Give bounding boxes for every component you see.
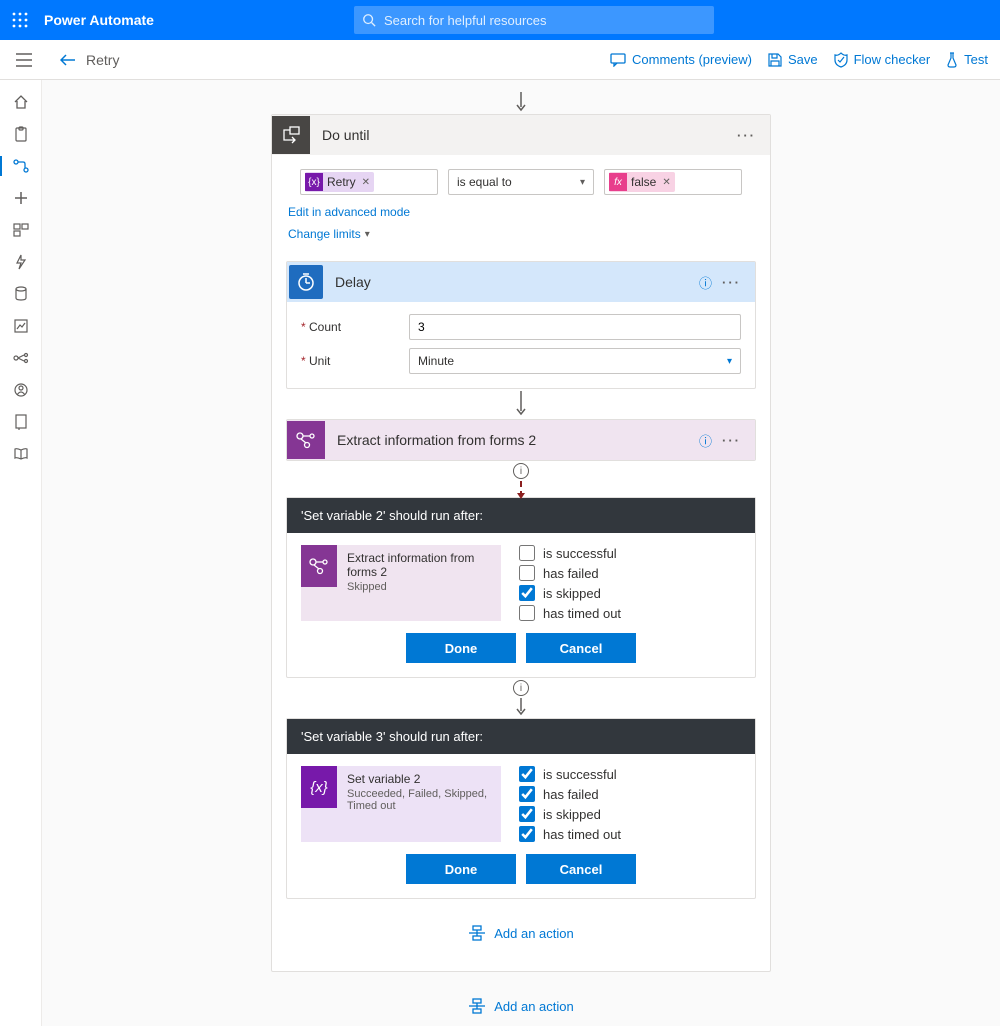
search-icon xyxy=(362,13,376,27)
ellipsis-icon[interactable]: ··· xyxy=(716,275,747,290)
flow-checker-button[interactable]: Flow checker xyxy=(834,52,931,68)
command-bar: Retry Comments (preview) Save Flow check… xyxy=(0,40,1000,80)
nav-solutions[interactable] xyxy=(0,406,42,438)
delay-header[interactable]: Delay ⓘ ··· xyxy=(287,262,755,302)
flow-canvas: Do until ··· {x} Retry ✕ is equal to ▾ xyxy=(42,80,1000,1026)
unit-select[interactable]: Minute ▾ xyxy=(409,348,741,374)
chk-successful[interactable]: is successful xyxy=(519,545,621,561)
nav-process-advisor[interactable] xyxy=(0,374,42,406)
ellipsis-icon[interactable]: ··· xyxy=(716,433,747,448)
retry-token[interactable]: {x} Retry ✕ xyxy=(305,172,374,192)
arrow-down-icon xyxy=(515,698,527,716)
chk-skipped[interactable]: is skipped xyxy=(519,806,621,822)
nav-create[interactable] xyxy=(0,182,42,214)
prev-action-variable: {x} Set variable 2 Succeeded, Failed, Sk… xyxy=(301,766,501,842)
cancel-button[interactable]: Cancel xyxy=(526,633,636,663)
save-icon xyxy=(768,53,782,67)
nav-monitor[interactable] xyxy=(0,310,42,342)
chk-timedout[interactable]: has timed out xyxy=(519,605,621,621)
delay-icon xyxy=(289,265,323,299)
left-nav xyxy=(0,80,42,1026)
extract-card: Extract information from forms 2 ⓘ ··· xyxy=(286,419,756,461)
chk-timedout[interactable]: has timed out xyxy=(519,826,621,842)
fx-icon: fx xyxy=(609,173,627,191)
save-button[interactable]: Save xyxy=(768,52,818,67)
add-action-inner[interactable]: Add an action xyxy=(468,925,574,941)
nav-connectors[interactable] xyxy=(0,246,42,278)
variable-icon: {x} xyxy=(305,173,323,191)
token-remove-icon[interactable]: ✕ xyxy=(362,177,374,188)
page-title: Retry xyxy=(86,52,119,68)
runafter-card-2: 'Set variable 3' should run after: {x} S… xyxy=(286,718,756,899)
insert-step-icon xyxy=(468,998,486,1014)
test-button[interactable]: Test xyxy=(946,52,988,68)
help-icon[interactable]: ⓘ xyxy=(699,273,712,292)
info-icon[interactable]: i xyxy=(513,463,529,479)
runafter-card-1: 'Set variable 2' should run after: Extra… xyxy=(286,497,756,678)
chevron-down-icon: ▾ xyxy=(365,229,370,240)
nav-home[interactable] xyxy=(0,86,42,118)
flow-checker-icon xyxy=(834,52,848,68)
topbar: Power Automate xyxy=(0,0,1000,40)
delay-title: Delay xyxy=(335,274,699,290)
chevron-down-icon: ▾ xyxy=(727,356,732,367)
nav-ai-builder[interactable] xyxy=(0,342,42,374)
search-input[interactable] xyxy=(384,13,706,28)
hamburger-icon[interactable] xyxy=(12,48,36,72)
extract-header[interactable]: Extract information from forms 2 ⓘ ··· xyxy=(287,420,755,460)
comments-button[interactable]: Comments (preview) xyxy=(610,52,752,67)
done-button[interactable]: Done xyxy=(406,854,516,884)
condition-operator-select[interactable]: is equal to ▾ xyxy=(448,169,594,195)
nav-flows[interactable] xyxy=(0,150,42,182)
info-icon[interactable]: i xyxy=(513,680,529,696)
nav-templates[interactable] xyxy=(0,214,42,246)
do-until-title: Do until xyxy=(322,127,731,143)
cognitive-icon xyxy=(301,545,337,587)
prev-action-extract: Extract information from forms 2 Skipped xyxy=(301,545,501,621)
chevron-down-icon: ▾ xyxy=(580,177,585,188)
brand-title: Power Automate xyxy=(44,12,154,28)
chk-failed[interactable]: has failed xyxy=(519,786,621,802)
chk-failed[interactable]: has failed xyxy=(519,565,621,581)
comment-icon xyxy=(610,53,626,67)
cancel-button[interactable]: Cancel xyxy=(526,854,636,884)
delay-card: Delay ⓘ ··· Count Unit Minute ▾ xyxy=(286,261,756,389)
nav-learn[interactable] xyxy=(0,438,42,470)
done-button[interactable]: Done xyxy=(406,633,516,663)
count-input[interactable] xyxy=(409,314,741,340)
insert-step-icon xyxy=(468,925,486,941)
help-icon[interactable]: ⓘ xyxy=(699,431,712,450)
arrow-down-icon xyxy=(515,92,527,112)
do-until-header[interactable]: Do until ··· xyxy=(272,115,770,155)
nav-approvals[interactable] xyxy=(0,118,42,150)
count-label: Count xyxy=(301,320,397,334)
arrow-down-icon xyxy=(515,391,527,417)
back-arrow-icon[interactable] xyxy=(60,54,76,66)
change-limits-link[interactable]: Change limits ▾ xyxy=(288,227,370,241)
variable-icon: {x} xyxy=(301,766,337,808)
chk-successful[interactable]: is successful xyxy=(519,766,621,782)
app-launcher-icon[interactable] xyxy=(8,8,32,32)
chk-skipped[interactable]: is skipped xyxy=(519,585,621,601)
token-remove-icon[interactable]: ✕ xyxy=(662,177,674,188)
global-search[interactable] xyxy=(354,6,714,34)
dashed-arrow-icon xyxy=(520,481,522,497)
unit-label: Unit xyxy=(301,354,397,368)
nav-data[interactable] xyxy=(0,278,42,310)
do-until-card: Do until ··· {x} Retry ✕ is equal to ▾ xyxy=(271,114,771,972)
condition-left-input[interactable]: {x} Retry ✕ xyxy=(300,169,438,195)
add-action-outer[interactable]: Add an action xyxy=(468,998,574,1014)
false-token[interactable]: fx false ✕ xyxy=(609,172,675,192)
runafter-header-2: 'Set variable 3' should run after: xyxy=(287,719,755,754)
runafter-header-1: 'Set variable 2' should run after: xyxy=(287,498,755,533)
cognitive-icon xyxy=(287,421,325,459)
edit-advanced-link[interactable]: Edit in advanced mode xyxy=(288,205,410,219)
do-until-icon xyxy=(272,116,310,154)
ellipsis-icon[interactable]: ··· xyxy=(731,128,762,143)
condition-right-input[interactable]: fx false ✕ xyxy=(604,169,742,195)
flask-icon xyxy=(946,52,958,68)
extract-title: Extract information from forms 2 xyxy=(337,432,699,448)
